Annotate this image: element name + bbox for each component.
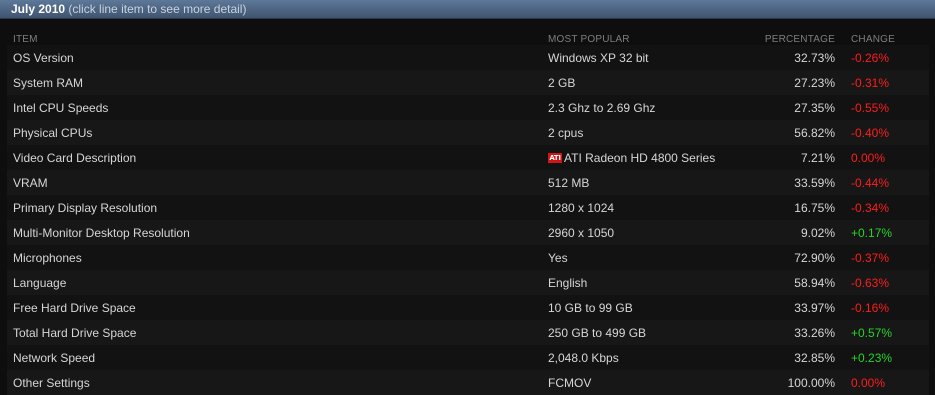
row-percentage: 7.21% bbox=[800, 150, 835, 165]
column-header-change: CHANGE bbox=[851, 34, 895, 45]
table-row[interactable]: OS Version Windows XP 32 bit 32.73% -0.26% bbox=[7, 45, 929, 70]
row-most-popular-value: 10 GB to 99 GB bbox=[548, 300, 633, 315]
row-item-name: Multi-Monitor Desktop Resolution bbox=[13, 225, 190, 240]
row-most-popular: ATI ATI Radeon HD 4800 Series bbox=[542, 151, 752, 165]
row-most-popular: 2.3 Ghz to 2.69 Ghz bbox=[542, 101, 752, 115]
row-most-popular-value: Yes bbox=[548, 250, 568, 265]
table-header-row: ITEM MOST POPULAR PERCENTAGE CHANGE bbox=[7, 30, 929, 45]
row-item-name: Free Hard Drive Space bbox=[13, 300, 136, 315]
row-change: -0.55% bbox=[851, 100, 890, 115]
survey-title-bar: July 2010 (click line item to see more d… bbox=[0, 0, 935, 19]
table-row[interactable]: System RAM 2 GB 27.23% -0.31% bbox=[7, 70, 929, 95]
row-change: -0.34% bbox=[851, 200, 890, 215]
column-header-most-popular: MOST POPULAR bbox=[548, 34, 630, 45]
row-item-name: Video Card Description bbox=[13, 150, 137, 165]
table-body: OS Version Windows XP 32 bit 32.73% -0.26% S… bbox=[7, 45, 929, 395]
row-most-popular-value: 2 GB bbox=[548, 75, 576, 90]
row-most-popular: 512 MB bbox=[542, 176, 752, 190]
row-percentage: 33.26% bbox=[794, 325, 835, 340]
row-change: +0.57% bbox=[851, 325, 893, 340]
table-row[interactable]: Physical CPUs 2 cpus 56.82% -0.40% bbox=[7, 120, 929, 145]
row-most-popular: Yes bbox=[542, 251, 752, 265]
row-change: 0.00% bbox=[851, 375, 886, 390]
table-row[interactable]: Multi-Monitor Desktop Resolution 2960 x 1… bbox=[7, 220, 929, 245]
row-most-popular: 10 GB to 99 GB bbox=[542, 301, 752, 315]
column-header-item: ITEM bbox=[13, 34, 38, 45]
row-percentage: 56.82% bbox=[794, 125, 835, 140]
row-percentage: 27.35% bbox=[794, 100, 835, 115]
row-most-popular: 2,048.0 Kbps bbox=[542, 351, 752, 365]
row-most-popular-value: 2.3 Ghz to 2.69 Ghz bbox=[548, 100, 656, 115]
row-change: -0.16% bbox=[851, 300, 890, 315]
row-most-popular-value: ATI Radeon HD 4800 Series bbox=[564, 150, 716, 165]
row-percentage: 58.94% bbox=[794, 275, 835, 290]
survey-table: ITEM MOST POPULAR PERCENTAGE CHANGE OS V… bbox=[7, 30, 929, 395]
row-most-popular: 2 GB bbox=[542, 76, 752, 90]
row-change: -0.44% bbox=[851, 175, 890, 190]
row-most-popular: Windows XP 32 bit bbox=[542, 51, 752, 65]
row-most-popular-value: Windows XP 32 bit bbox=[548, 50, 649, 65]
table-row[interactable]: Network Speed 2,048.0 Kbps 32.85% +0.23% bbox=[7, 345, 929, 370]
table-row[interactable]: Other Settings FCMOV 100.00% 0.00% bbox=[7, 370, 929, 395]
row-most-popular-value: 250 GB to 499 GB bbox=[548, 325, 647, 340]
row-most-popular: 1280 x 1024 bbox=[542, 201, 752, 215]
row-most-popular: 2960 x 1050 bbox=[542, 226, 752, 240]
row-item-name: Microphones bbox=[13, 250, 82, 265]
row-most-popular-value: 2 cpus bbox=[548, 125, 584, 140]
row-most-popular-value: English bbox=[548, 275, 588, 290]
row-percentage: 9.02% bbox=[800, 225, 835, 240]
row-item-name: Primary Display Resolution bbox=[13, 200, 158, 215]
row-item-name: Physical CPUs bbox=[13, 125, 93, 140]
hardware-survey-panel: July 2010 (click line item to see more d… bbox=[0, 0, 935, 395]
row-most-popular-value: 1280 x 1024 bbox=[548, 200, 615, 215]
table-row[interactable]: Primary Display Resolution 1280 x 1024 16.… bbox=[7, 195, 929, 220]
row-change: -0.63% bbox=[851, 275, 890, 290]
row-change: -0.40% bbox=[851, 125, 890, 140]
table-row[interactable]: Language English 58.94% -0.63% bbox=[7, 270, 929, 295]
row-most-popular-value: FCMOV bbox=[548, 375, 592, 390]
row-percentage: 32.85% bbox=[794, 350, 835, 365]
row-percentage: 33.97% bbox=[794, 300, 835, 315]
survey-hint: (click line item to see more detail) bbox=[68, 2, 247, 16]
row-item-name: Other Settings bbox=[13, 375, 90, 390]
row-percentage: 16.75% bbox=[794, 200, 835, 215]
table-row[interactable]: Free Hard Drive Space 10 GB to 99 GB 33.97… bbox=[7, 295, 929, 320]
row-change: +0.17% bbox=[851, 225, 893, 240]
table-row[interactable]: Video Card Description ATI ATI Radeon HD 4… bbox=[7, 145, 929, 170]
row-most-popular-value: 512 MB bbox=[548, 175, 590, 190]
row-change: 0.00% bbox=[851, 150, 886, 165]
row-change: -0.37% bbox=[851, 250, 890, 265]
row-most-popular: FCMOV bbox=[542, 376, 752, 390]
ati-logo-icon: ATI bbox=[548, 152, 562, 163]
table-row[interactable]: Total Hard Drive Space 250 GB to 499 GB 33… bbox=[7, 320, 929, 345]
row-change: -0.26% bbox=[851, 50, 890, 65]
row-item-name: Language bbox=[13, 275, 67, 290]
row-most-popular: 2 cpus bbox=[542, 126, 752, 140]
row-item-name: Network Speed bbox=[13, 350, 96, 365]
row-item-name: VRAM bbox=[13, 175, 48, 190]
row-item-name: System RAM bbox=[13, 75, 84, 90]
survey-month: July 2010 bbox=[11, 2, 66, 16]
row-item-name: Total Hard Drive Space bbox=[13, 325, 137, 340]
row-percentage: 100.00% bbox=[787, 375, 835, 390]
table-row[interactable]: VRAM 512 MB 33.59% -0.44% bbox=[7, 170, 929, 195]
row-most-popular: English bbox=[542, 276, 752, 290]
row-item-name: OS Version bbox=[13, 50, 74, 65]
row-percentage: 27.23% bbox=[794, 75, 835, 90]
row-most-popular-value: 2,048.0 Kbps bbox=[548, 350, 619, 365]
row-change: -0.31% bbox=[851, 75, 890, 90]
table-row[interactable]: Intel CPU Speeds 2.3 Ghz to 2.69 Ghz 27.35… bbox=[7, 95, 929, 120]
row-percentage: 32.73% bbox=[794, 50, 835, 65]
row-item-name: Intel CPU Speeds bbox=[13, 100, 109, 115]
row-most-popular-value: 2960 x 1050 bbox=[548, 225, 615, 240]
table-row[interactable]: Microphones Yes 72.90% -0.37% bbox=[7, 245, 929, 270]
row-most-popular: 250 GB to 499 GB bbox=[542, 326, 752, 340]
column-header-percentage: PERCENTAGE bbox=[764, 34, 835, 45]
row-change: +0.23% bbox=[851, 350, 893, 365]
row-percentage: 33.59% bbox=[794, 175, 835, 190]
row-percentage: 72.90% bbox=[794, 250, 835, 265]
